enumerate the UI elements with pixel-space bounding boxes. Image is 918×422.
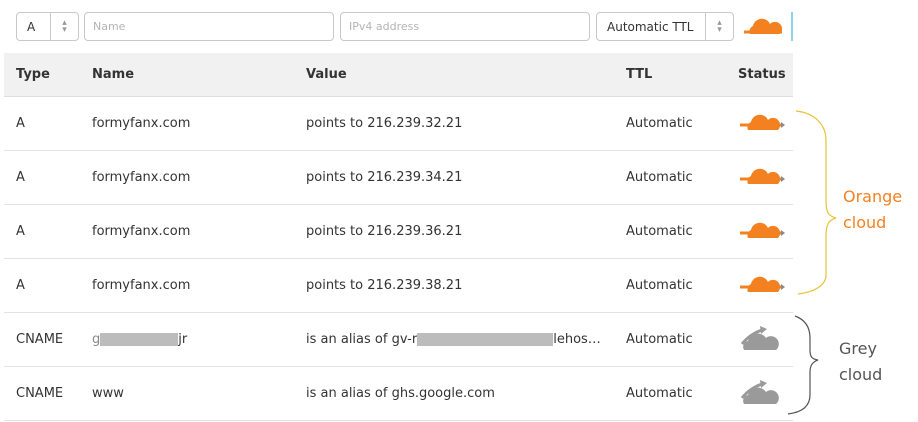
orange-cloud-icon [740,114,785,130]
orange-cloud-icon [740,276,785,292]
record-name: formyfanx.com [92,278,191,293]
record-ttl: Automatic [626,224,693,239]
column-header-status: Status [738,67,786,82]
record-ttl: Automatic [626,116,693,131]
record-name: www [92,386,124,401]
table-row[interactable]: A formyfanx.com points to 216.239.38.21 … [4,259,793,313]
record-type: A [16,224,25,239]
orange-label-line2: cloud [843,213,887,232]
orange-cloud-icon [740,222,785,238]
record-value-prefix: is an alias of gv-r [306,332,418,347]
column-header-ttl: TTL [626,67,653,82]
table-row[interactable]: A formyfanx.com points to 216.239.32.21 … [4,97,793,151]
record-type: A [16,278,25,293]
grey-cloud-label: Grey cloud [839,336,882,388]
record-type: A [16,116,25,131]
name-input[interactable] [85,13,333,40]
table-row[interactable]: CNAME www is an alias of ghs.google.com … [4,367,793,421]
grey-label-line2: cloud [839,365,883,384]
record-value: points to 216.239.36.21 [306,224,463,239]
record-type-select[interactable]: A ▴ ▾ [16,12,79,41]
dns-records-table: Type Name Value TTL Status A formyfanx.c… [4,53,793,421]
orange-cloud-icon [744,18,783,34]
record-value: points to 216.239.32.21 [306,116,463,131]
record-type: CNAME [16,386,64,401]
proxy-toggle[interactable] [742,15,786,41]
orange-bracket-line [795,110,837,295]
proxy-status-toggle[interactable] [738,378,782,410]
proxy-status-toggle[interactable] [738,273,786,299]
proxy-status-toggle[interactable] [738,111,786,137]
add-record-toolbar: A ▴▾ Automatic TTL ▴▾ [0,0,793,53]
ttl-value: Automatic TTL [607,19,694,34]
proxy-status-toggle[interactable] [738,219,786,245]
table-row[interactable]: A formyfanx.com points to 216.239.34.21 … [4,151,793,205]
name-input-wrap [84,12,334,41]
ipv4-input[interactable] [341,13,589,40]
record-value-suffix: lehos… [553,332,601,347]
column-header-type: Type [16,67,50,82]
grey-cloud-icon [740,379,779,404]
orange-cloud-label: Orange cloud [843,184,902,236]
ttl-select[interactable]: Automatic TTL ▴ ▾ [596,12,734,41]
toolbar-edge [791,12,793,41]
grey-label-line1: Grey [839,339,877,358]
orange-cloud-icon [740,168,785,184]
table-header: Type Name Value TTL Status [4,53,793,97]
redaction-bar [417,333,554,346]
record-name: formyfanx.com [92,170,191,185]
record-ttl: Automatic [626,278,693,293]
type-stepper-icon[interactable]: ▴ ▾ [50,13,78,40]
record-ttl: Automatic [626,332,693,347]
column-header-value: Value [306,67,347,82]
record-type-value: A [27,19,36,34]
record-type: CNAME [16,332,64,347]
record-name-suffix: jr [178,332,188,347]
record-name: formyfanx.com [92,116,191,131]
record-name: g jr [92,332,187,347]
record-ttl: Automatic [626,386,693,401]
table-row[interactable]: A formyfanx.com points to 216.239.36.21 … [4,205,793,259]
grey-cloud-icon [740,325,779,350]
record-ttl: Automatic [626,170,693,185]
record-name: formyfanx.com [92,224,191,239]
record-name-prefix: g [92,332,101,347]
proxy-status-toggle[interactable] [738,165,786,191]
ttl-stepper-icon[interactable]: ▴ ▾ [705,13,733,40]
record-value: is an alias of gv-r lehos… [306,332,601,347]
record-value: points to 216.239.38.21 [306,278,463,293]
ip-input-wrap [340,12,590,41]
orange-label-line1: Orange [843,187,903,206]
column-header-name: Name [92,67,135,82]
record-type: A [16,170,25,185]
record-value: points to 216.239.34.21 [306,170,463,185]
record-value: is an alias of ghs.google.com [306,386,495,401]
redaction-bar [100,333,179,346]
proxy-status-toggle[interactable] [738,324,782,356]
table-row[interactable]: CNAME g jr is an alias of gv-r lehos… Auto… [4,313,793,367]
